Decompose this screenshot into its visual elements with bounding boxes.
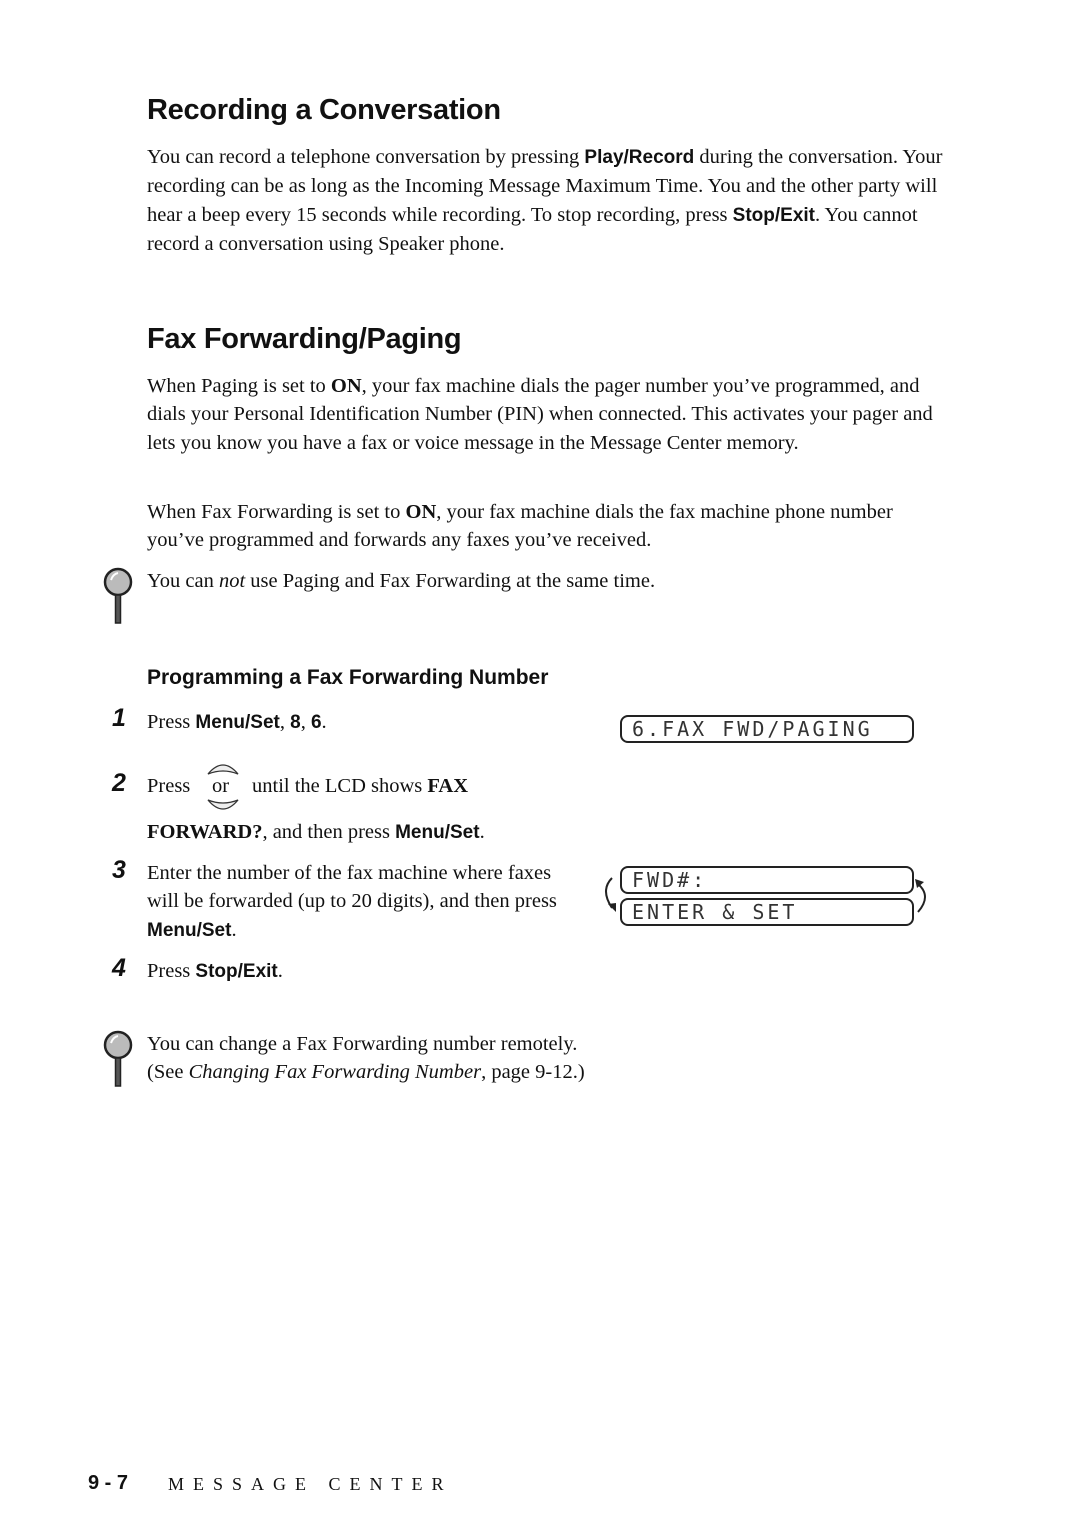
step-2-press: Press (147, 775, 191, 797)
section-title-fax-forwarding: Fax Forwarding/Paging (147, 323, 462, 355)
lcd-alternate-arrow-left-icon (605, 877, 616, 912)
magnifier-note-icon (103, 1030, 133, 1087)
lcd-display-menu: 6.FAX FWD/PAGING (620, 715, 914, 743)
lcd-alternate-arrow-right-icon (915, 879, 926, 913)
or-label: or (212, 775, 230, 797)
step-3-text: Enter the number of the fax machine wher… (147, 862, 557, 941)
play-record-key: Play/Record (584, 147, 695, 168)
step-number-3: 3 (112, 856, 126, 884)
lcd-display-enter-set: ENTER & SET (620, 898, 914, 926)
note-paging-exclusive: You can not use Paging and Fax Forwardin… (147, 570, 656, 592)
page-number: 9 - 7 (88, 1472, 129, 1494)
step-2-text-line1: until the LCD shows FAX (252, 775, 469, 797)
step-4-text: Press Stop/Exit. (147, 960, 283, 982)
magnifier-note-icon (103, 567, 133, 624)
lcd-display-fwd-number: FWD#: (620, 866, 914, 894)
step-2-text-line2: FORWARD?, and then press Menu/Set. (147, 821, 485, 843)
cross-reference-link: Changing Fax Forwarding Number (188, 1061, 482, 1084)
note-remote-change: You can change a Fax Forwarding number r… (147, 1033, 585, 1084)
step-number-4: 4 (112, 954, 126, 982)
step-number-1: 1 (112, 704, 126, 732)
chapter-title: MESSAGE CENTER (168, 1474, 453, 1494)
subsection-title: Programming a Fax Forwarding Number (147, 666, 549, 689)
section-title-recording: Recording a Conversation (147, 94, 501, 126)
recording-paragraph: You can record a telephone conversation … (147, 146, 943, 256)
step-number-2: 2 (112, 769, 126, 797)
fax-forwarding-paragraph: When Fax Forwarding is set to ON, your f… (147, 501, 893, 552)
paging-paragraph: When Paging is set to ON, your fax machi… (147, 375, 933, 454)
stop-exit-key: Stop/Exit (732, 204, 816, 226)
step-1-text: Press Menu/Set, 8, 6. (147, 711, 327, 733)
